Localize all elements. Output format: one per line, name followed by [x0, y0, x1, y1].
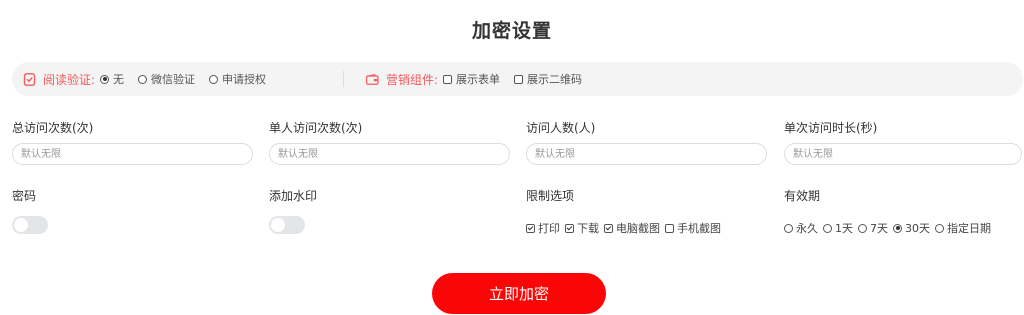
visitors-label: 访问人数(人) — [526, 121, 596, 135]
restrict-download-label: 下载 — [577, 222, 599, 235]
read-verify-none-option[interactable]: 无 — [100, 71, 124, 87]
restrictions-options: 打印 下载 电脑截图 手机截图 — [526, 220, 726, 236]
validity-1day-radio[interactable] — [823, 223, 832, 233]
per-user-visits-input[interactable] — [269, 143, 510, 165]
marketing-form-option[interactable]: 展示表单 — [443, 71, 500, 87]
encrypt-now-button[interactable]: 立即加密 — [432, 273, 606, 314]
validity-label: 有效期 — [784, 189, 821, 203]
marketing-group: 营销组件: 展示表单 展示二维码 — [366, 71, 582, 88]
restrict-mobile-screenshot-option[interactable]: 手机截图 — [665, 220, 721, 236]
validity-field: 有效期 永久 1天 7天 30天 指定日期 — [784, 187, 1022, 237]
validity-custom-date-option[interactable]: 指定日期 — [935, 220, 991, 236]
visit-duration-input[interactable] — [784, 143, 1022, 165]
validity-forever-option[interactable]: 永久 — [784, 220, 818, 236]
wallet-icon — [366, 73, 379, 86]
watermark-toggle[interactable] — [269, 216, 305, 234]
validity-7day-label: 7天 — [870, 222, 888, 235]
password-label: 密码 — [12, 189, 37, 203]
validity-1day-label: 1天 — [835, 222, 853, 235]
option-bar-divider — [343, 71, 344, 87]
restrict-mobile-screenshot-label: 手机截图 — [677, 222, 721, 235]
read-verify-apply-label: 申请授权 — [222, 73, 267, 86]
validity-7day-radio[interactable] — [858, 223, 867, 233]
read-verify-wechat-radio[interactable] — [138, 74, 148, 84]
validity-custom-date-radio[interactable] — [935, 223, 944, 233]
restrict-print-label: 打印 — [538, 222, 560, 235]
option-bar: 阅读验证: 无 微信验证 申请授权 营销组件: 展示表单 展示二维码 — [12, 62, 1023, 96]
restrict-print-checkbox[interactable] — [526, 223, 535, 233]
validity-options: 永久 1天 7天 30天 指定日期 — [784, 220, 996, 236]
restrict-mobile-screenshot-checkbox[interactable] — [665, 223, 674, 233]
watermark-toggle-knob — [271, 218, 285, 232]
read-verify-none-radio[interactable] — [100, 74, 110, 84]
read-verify-apply-radio[interactable] — [209, 74, 219, 84]
validity-1day-option[interactable]: 1天 — [823, 220, 853, 236]
read-verify-group: 阅读验证: 无 微信验证 申请授权 — [23, 71, 266, 88]
per-user-visits-field: 单人访问次数(次) — [269, 119, 510, 165]
watermark-field: 添加水印 — [269, 187, 469, 237]
read-verify-wechat-label: 微信验证 — [151, 73, 196, 86]
restrictions-field: 限制选项 打印 下载 电脑截图 手机截图 — [526, 187, 766, 237]
visit-duration-label: 单次访问时长(秒) — [784, 121, 878, 135]
read-verify-label: 阅读验证: — [43, 72, 96, 87]
restrict-print-option[interactable]: 打印 — [526, 220, 560, 236]
visit-duration-field: 单次访问时长(秒) — [784, 119, 1022, 165]
marketing-qrcode-checkbox[interactable] — [514, 74, 524, 84]
restrict-download-checkbox[interactable] — [565, 223, 574, 233]
per-user-visits-label: 单人访问次数(次) — [269, 121, 363, 135]
total-visits-field: 总访问次数(次) — [12, 119, 253, 165]
marketing-form-label: 展示表单 — [456, 73, 501, 86]
restrictions-label: 限制选项 — [526, 189, 575, 203]
password-toggle[interactable] — [12, 216, 48, 234]
marketing-label: 营销组件: — [386, 72, 439, 87]
validity-30day-option[interactable]: 30天 — [893, 220, 930, 236]
visitors-input[interactable] — [526, 143, 767, 165]
page-title: 加密设置 — [471, 20, 552, 42]
validity-7day-option[interactable]: 7天 — [858, 220, 888, 236]
validity-custom-date-label: 指定日期 — [947, 222, 991, 235]
read-verify-none-label: 无 — [113, 73, 125, 86]
visitors-field: 访问人数(人) — [526, 119, 767, 165]
read-verify-wechat-option[interactable]: 微信验证 — [138, 71, 195, 87]
shield-check-icon — [23, 72, 36, 86]
validity-30day-label: 30天 — [905, 222, 930, 235]
restrict-pc-screenshot-checkbox[interactable] — [604, 223, 613, 233]
validity-forever-radio[interactable] — [784, 223, 793, 233]
watermark-label: 添加水印 — [269, 189, 318, 203]
validity-30day-radio[interactable] — [893, 223, 902, 233]
password-field: 密码 — [12, 187, 212, 237]
restrict-pc-screenshot-option[interactable]: 电脑截图 — [604, 220, 660, 236]
read-verify-apply-option[interactable]: 申请授权 — [209, 71, 266, 87]
marketing-form-checkbox[interactable] — [443, 74, 453, 84]
password-toggle-knob — [14, 218, 28, 232]
marketing-qrcode-label: 展示二维码 — [527, 73, 583, 86]
total-visits-label: 总访问次数(次) — [12, 121, 94, 135]
total-visits-input[interactable] — [12, 143, 253, 165]
marketing-qrcode-option[interactable]: 展示二维码 — [514, 71, 582, 87]
restrict-pc-screenshot-label: 电脑截图 — [616, 222, 660, 235]
restrict-download-option[interactable]: 下载 — [565, 220, 599, 236]
validity-forever-label: 永久 — [796, 222, 818, 235]
